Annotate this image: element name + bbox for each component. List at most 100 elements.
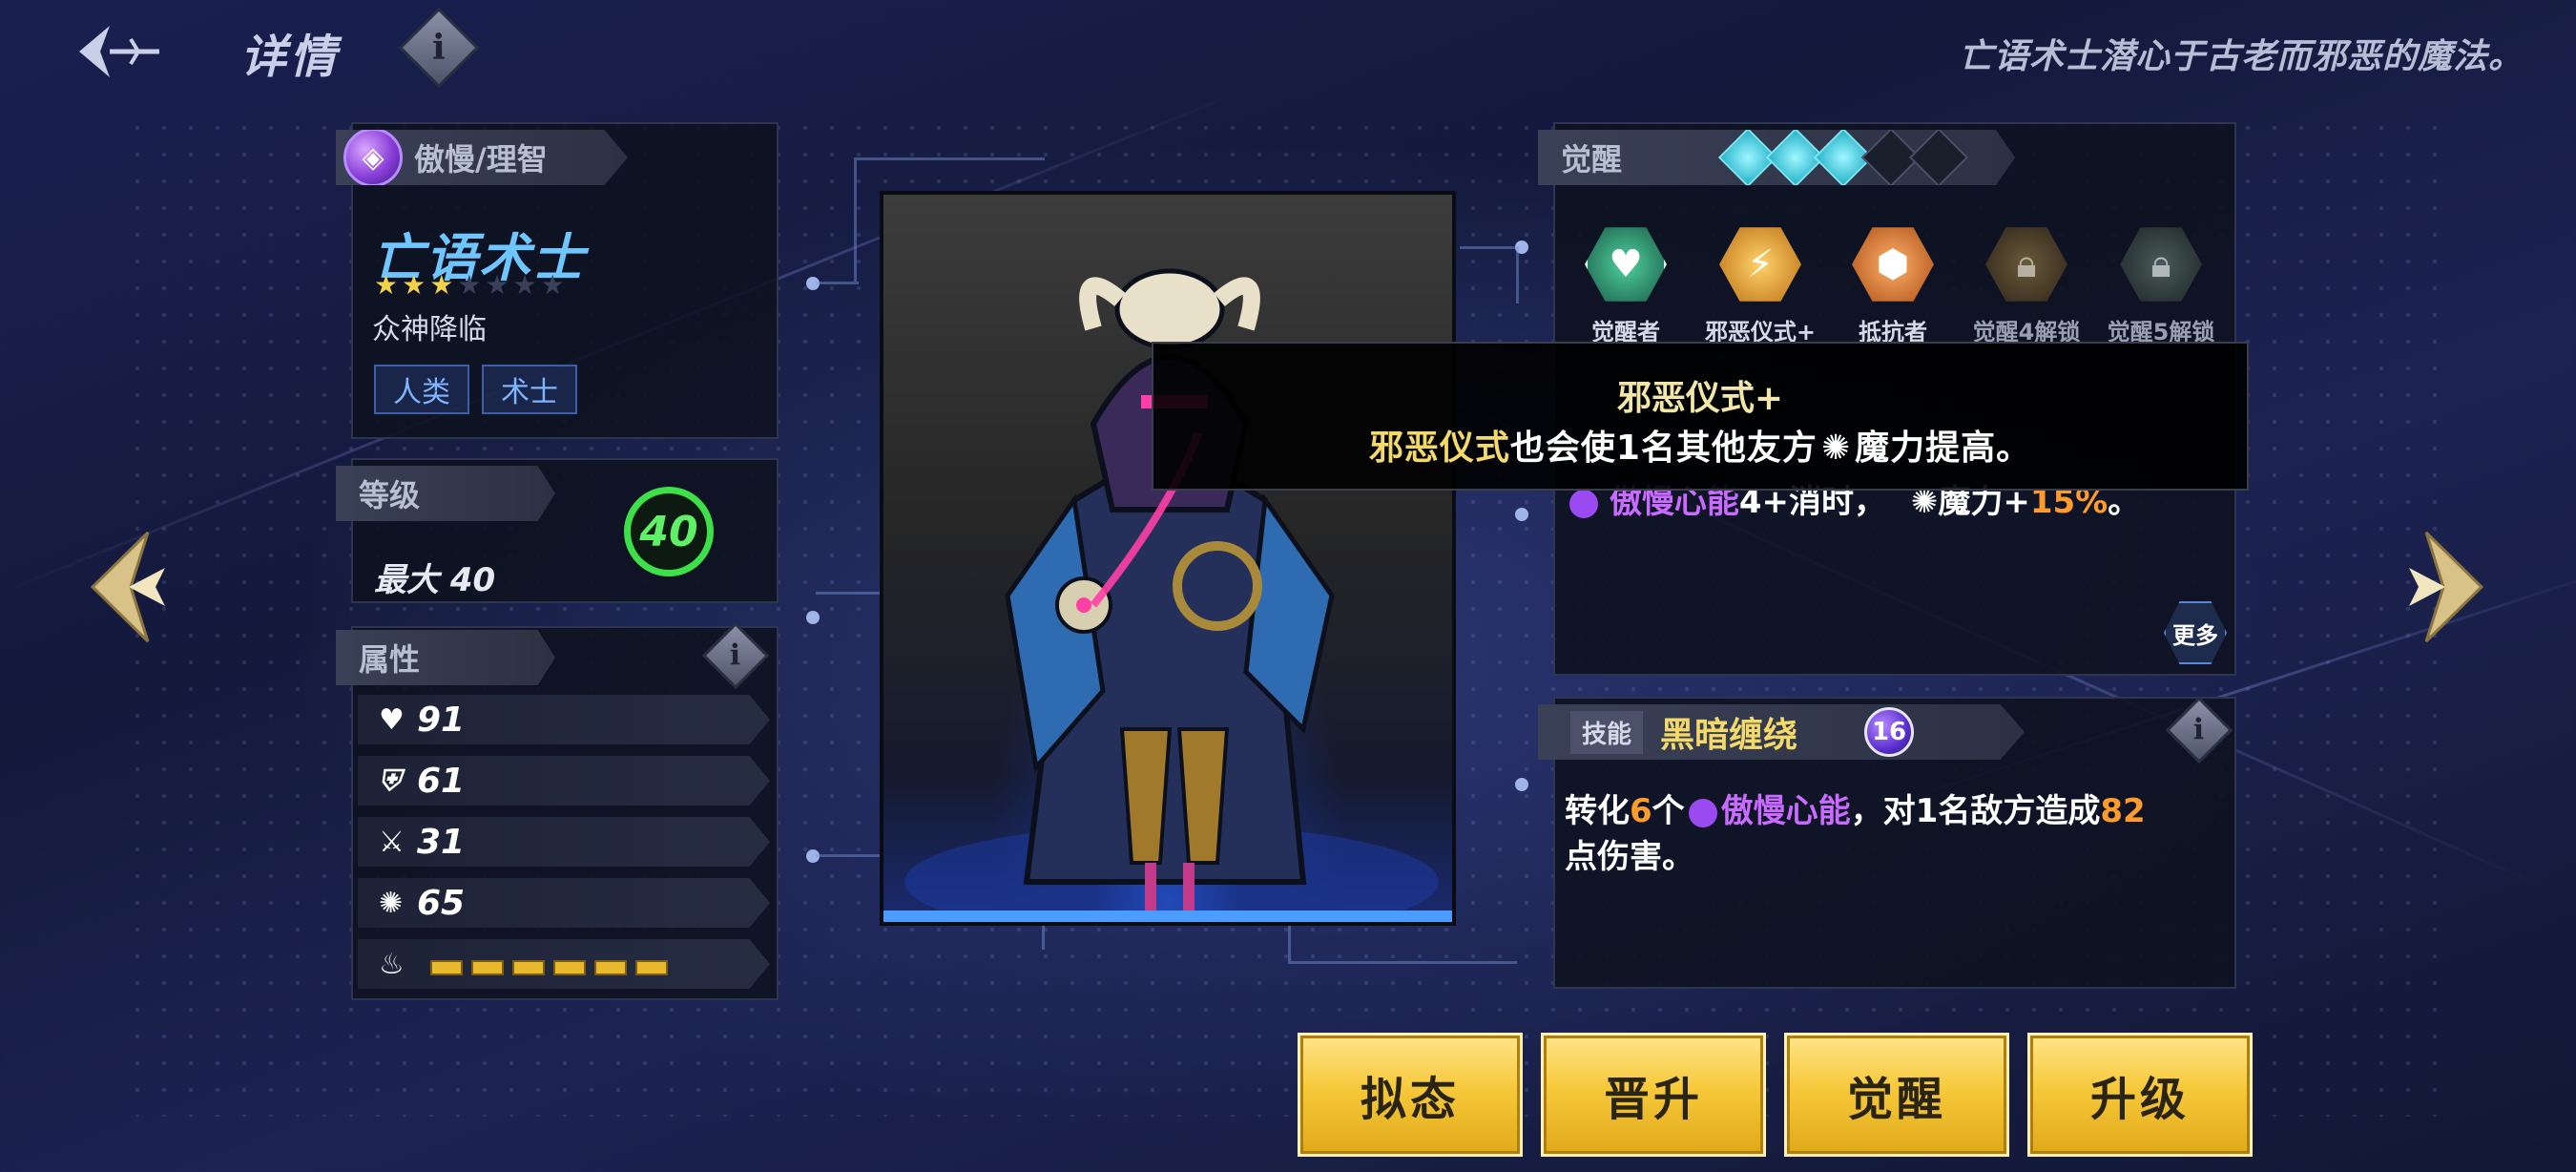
level-tab: 等级 bbox=[336, 466, 555, 521]
sword-icon: ⚔ bbox=[379, 825, 405, 859]
affinity-tab: ◈ 傲慢/理智 bbox=[336, 130, 628, 185]
shield-icon: ⛨ bbox=[379, 764, 401, 798]
skill-tooltip: 邪恶仪式+ 邪恶仪式也会使1名其他友方 ✺ 魔力提高。 bbox=[1152, 342, 2249, 491]
awaken-skill-locked-4[interactable]: 🔒︎ 觉醒4解锁 bbox=[1965, 223, 2088, 346]
attributes-label: 属性 bbox=[359, 641, 421, 678]
stat-defense: ⛨ 61 bbox=[358, 756, 770, 806]
level-label: 等级 bbox=[359, 477, 421, 513]
energy-segment bbox=[430, 959, 463, 975]
energy-segment bbox=[594, 959, 627, 975]
energy-segment bbox=[512, 959, 545, 975]
simulate-button[interactable]: 拟态 bbox=[1298, 1033, 1523, 1157]
info-icon: i bbox=[398, 7, 480, 89]
magic-icon: ✺ bbox=[379, 886, 404, 920]
connector-line bbox=[1460, 246, 1519, 303]
tooltip-highlight: 邪恶仪式 bbox=[1368, 429, 1510, 468]
portrait-bottom-bar bbox=[883, 910, 1452, 922]
skill-tab: 技能 黑暗缠绕 16 bbox=[1538, 704, 2025, 760]
stat-health: ♥ 91 bbox=[358, 695, 770, 744]
next-hero-button[interactable] bbox=[2393, 520, 2498, 654]
connector-node bbox=[1515, 778, 1528, 791]
chevron-right-icon bbox=[2409, 531, 2484, 643]
magic-icon: ✺ bbox=[1820, 429, 1852, 468]
attributes-info-button[interactable]: i bbox=[701, 621, 770, 690]
attack-value: 31 bbox=[417, 822, 466, 862]
resister-icon: ⬢ bbox=[1852, 227, 1934, 302]
tag-warlock[interactable]: 术士 bbox=[482, 365, 577, 414]
info-icon: i bbox=[2165, 696, 2233, 764]
level-ring: 40 bbox=[624, 487, 714, 576]
skill-desc-text: 点伤害。 bbox=[1565, 838, 1694, 876]
star-icon: ★ bbox=[512, 269, 541, 301]
hero-rarity-stars: ★★★★★★★ bbox=[374, 269, 569, 301]
awaken-stars bbox=[1717, 130, 1969, 185]
energy-segment bbox=[553, 959, 586, 975]
hero-portrait bbox=[880, 191, 1456, 926]
skill-desc-number: 82 bbox=[2100, 792, 2146, 830]
flame-icon: ♨ bbox=[379, 947, 405, 981]
hero-origin: 众神降临 bbox=[372, 313, 487, 346]
skill-desc-resource: 傲慢心能 bbox=[1720, 792, 1851, 830]
tag-human[interactable]: 人类 bbox=[374, 365, 469, 414]
awaken-star-icon bbox=[1908, 130, 1969, 185]
connector-line bbox=[816, 282, 859, 284]
stat-attack: ⚔ 31 bbox=[358, 817, 770, 867]
upgrade-button[interactable]: 升级 bbox=[2027, 1033, 2253, 1157]
attributes-tab: 属性 bbox=[336, 630, 555, 685]
lock-icon: 🔒︎ bbox=[1985, 227, 2067, 302]
page-title: 详情 bbox=[240, 31, 341, 84]
star-icon: ★ bbox=[374, 269, 403, 301]
prev-hero-button[interactable] bbox=[76, 520, 181, 654]
affinity-label: 傲慢/理智 bbox=[414, 141, 548, 178]
awaken-skill-awakener[interactable]: ♥ 觉醒者 bbox=[1574, 223, 1677, 346]
energy-segment bbox=[635, 959, 668, 975]
tooltip-body: 邪恶仪式也会使1名其他友方 ✺ 魔力提高。 bbox=[1153, 420, 2247, 470]
header-info-button[interactable]: i bbox=[398, 7, 480, 89]
energy-bar bbox=[430, 945, 676, 984]
awaken-label: 觉醒 bbox=[1561, 141, 1623, 178]
skill-desc-text: ，对1名敌方造成 bbox=[1850, 792, 2101, 830]
tooltip-text: 魔力提高。 bbox=[1855, 429, 2032, 468]
awaken-skill-locked-5[interactable]: 🔒︎ 觉醒5解锁 bbox=[2099, 223, 2223, 346]
heart-icon: ♥ bbox=[379, 702, 405, 737]
star-icon: ★ bbox=[402, 269, 430, 301]
defense-value: 61 bbox=[417, 761, 466, 801]
health-value: 91 bbox=[417, 700, 466, 740]
tooltip-title: 邪恶仪式+ bbox=[1616, 379, 1784, 418]
stat-magic: ✺ 65 bbox=[358, 878, 770, 928]
skill-description: 转化6个 傲慢心能，对1名敌方造成82 点伤害。 bbox=[1565, 788, 2233, 880]
magic-value: 65 bbox=[417, 883, 466, 923]
skill-desc-text: 个 bbox=[1652, 792, 1685, 830]
awaken-skill-resister[interactable]: ⬢ 抵抗者 bbox=[1841, 223, 1944, 346]
skill-desc-text: 转化 bbox=[1565, 792, 1630, 830]
awaken-skill-evil-ritual[interactable]: ⚡ 邪恶仪式+ bbox=[1698, 223, 1822, 346]
warlock-portrait-illustration bbox=[904, 268, 1439, 922]
back-button[interactable] bbox=[67, 13, 172, 90]
connector-node bbox=[1515, 508, 1528, 521]
awakener-icon: ♥ bbox=[1585, 227, 1667, 302]
mana-icon bbox=[1569, 489, 1598, 518]
level-max: 最大 40 bbox=[374, 561, 496, 599]
flavor-text: 亡语术士潜心于古老而邪恶的魔法。 bbox=[1958, 37, 2524, 76]
skill-cost-orb: 16 bbox=[1864, 707, 1915, 757]
star-icon: ★ bbox=[429, 269, 458, 301]
skill-tab-label: 技能 bbox=[1570, 710, 1644, 754]
back-arrow-icon bbox=[79, 26, 159, 77]
skill-info-button[interactable]: i bbox=[2165, 696, 2233, 764]
stat-energy: ♨ bbox=[358, 939, 770, 989]
skill-desc-number: 6 bbox=[1630, 792, 1652, 830]
energy-segment bbox=[471, 959, 504, 975]
skill-name: 黑暗缠绕 bbox=[1660, 716, 1798, 755]
mana-icon bbox=[1688, 798, 1717, 827]
awaken-tab: 觉醒 bbox=[1538, 130, 2015, 185]
connector-line bbox=[816, 592, 883, 616]
tooltip-text: 也会使1名其他友方 bbox=[1509, 429, 1818, 468]
chevron-left-icon bbox=[90, 531, 165, 643]
info-icon: i bbox=[701, 621, 770, 690]
star-icon: ★ bbox=[540, 269, 569, 301]
star-icon: ★ bbox=[485, 269, 513, 301]
lock-icon: 🔒︎ bbox=[2120, 227, 2202, 302]
promote-button[interactable]: 晋升 bbox=[1541, 1033, 1766, 1157]
awaken-button[interactable]: 觉醒 bbox=[1784, 1033, 2009, 1157]
star-icon: ★ bbox=[457, 269, 486, 301]
